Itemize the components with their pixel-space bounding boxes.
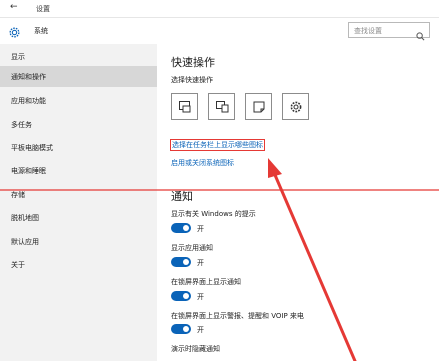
quick-action-tile-settings[interactable] [282, 93, 309, 120]
setting-label: 显示有关 Windows 的提示 [171, 210, 256, 218]
connect-icon [216, 101, 229, 113]
main-content: 快速操作 选择快速操作 选择在任务栏上显示哪些图标 启用或关闭系统图标 通知 显… [157, 44, 439, 361]
sidebar-item-storage[interactable]: 存储 [0, 184, 157, 205]
toggle-state-label: 开 [197, 225, 204, 233]
header-row: 系统 查找设置 [0, 18, 439, 44]
setting-label: 演示时隐藏通知 [171, 345, 220, 353]
sidebar-item-label: 多任务 [11, 121, 32, 129]
gear-icon [8, 24, 21, 38]
search-input[interactable]: 查找设置 [348, 22, 430, 41]
sidebar-item-label: 显示 [11, 53, 25, 61]
sidebar-item-about[interactable]: 关于 [0, 254, 157, 275]
sidebar-item-label: 应用和功能 [11, 97, 46, 105]
quick-actions-subtitle: 选择快速操作 [171, 76, 213, 84]
sidebar-item-label: 通知和操作 [11, 73, 46, 81]
sidebar-item-label: 关于 [11, 261, 25, 269]
settings-gear-icon [290, 101, 302, 113]
quick-action-tile-tablet-mode[interactable] [171, 93, 198, 120]
sidebar-item-offline-maps[interactable]: 脱机地图 [0, 207, 157, 228]
search-placeholder: 查找设置 [354, 27, 382, 35]
toggle-state-label: 开 [197, 259, 204, 267]
quick-action-tile-note[interactable] [245, 93, 272, 120]
page-title: 系统 [34, 27, 48, 35]
sidebar-item-label: 平板电脑模式 [11, 144, 53, 152]
notifications-title: 通知 [171, 190, 193, 203]
quick-actions-title: 快速操作 [171, 56, 215, 69]
lock-screen-notifications-toggle[interactable] [171, 291, 191, 301]
app-notifications-toggle[interactable] [171, 257, 191, 267]
sidebar-item-label: 脱机地图 [11, 214, 39, 222]
setting-label: 显示应用通知 [171, 244, 213, 252]
search-icon[interactable] [416, 26, 425, 41]
system-icons-link[interactable]: 启用或关闭系统图标 [171, 158, 234, 168]
sidebar-item-label: 存储 [11, 191, 25, 199]
quick-action-tile-connect[interactable] [208, 93, 235, 120]
sidebar-item-apps[interactable]: 应用和功能 [0, 90, 157, 111]
sidebar-item-default-apps[interactable]: 默认应用 [0, 231, 157, 252]
note-icon [253, 101, 265, 113]
sidebar-item-multitasking[interactable]: 多任务 [0, 114, 157, 135]
toggle-state-label: 开 [197, 326, 204, 334]
toggle-state-label: 开 [197, 293, 204, 301]
tablet-mode-icon [179, 101, 191, 113]
setting-label: 在锁屏界面上显示警报、提醒和 VOIP 来电 [171, 312, 304, 320]
sidebar: 显示 通知和操作 应用和功能 多任务 平板电脑模式 电源和睡眠 存储 脱机地图 … [0, 44, 157, 361]
setting-label: 在锁屏界面上显示通知 [171, 278, 241, 286]
sidebar-item-power-sleep[interactable]: 电源和睡眠 [0, 160, 157, 181]
sidebar-item-label: 电源和睡眠 [11, 167, 46, 175]
windows-tips-toggle[interactable] [171, 223, 191, 233]
sidebar-item-label: 默认应用 [11, 238, 39, 246]
title-bar: ← 设置 [0, 0, 439, 18]
sidebar-item-tablet-mode[interactable]: 平板电脑模式 [0, 137, 157, 158]
taskbar-icons-link[interactable]: 选择在任务栏上显示哪些图标 [170, 139, 265, 151]
sidebar-item-display[interactable]: 显示 [0, 46, 157, 67]
back-arrow-icon[interactable]: ← [10, 2, 18, 13]
sidebar-item-notifications[interactable]: 通知和操作 [0, 66, 157, 87]
window-title: 设置 [36, 5, 50, 13]
lock-screen-alarms-toggle[interactable] [171, 324, 191, 334]
